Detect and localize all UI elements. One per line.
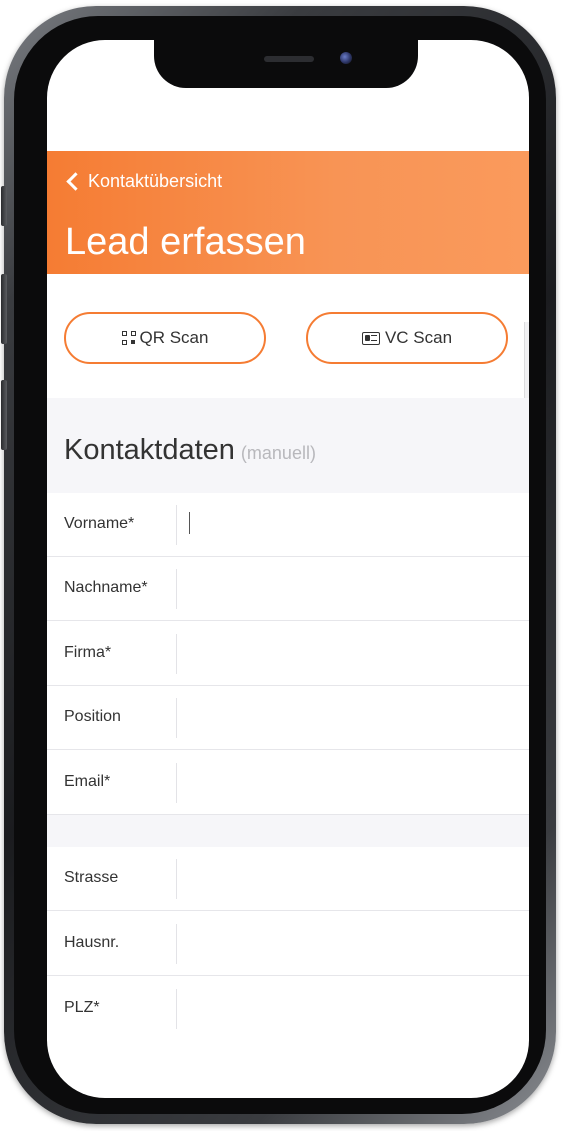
label-strasse: Strasse bbox=[64, 869, 119, 886]
vorname-input[interactable] bbox=[185, 505, 519, 547]
label-position: Position bbox=[64, 708, 121, 725]
strasse-input[interactable] bbox=[185, 859, 519, 901]
label-plz: PLZ* bbox=[64, 999, 100, 1016]
vc-scan-button[interactable]: VC Scan bbox=[306, 312, 508, 364]
vcard-icon bbox=[361, 331, 380, 345]
nachname-input[interactable] bbox=[185, 569, 519, 611]
label-vorname: Vorname* bbox=[64, 515, 135, 532]
form-row-strasse: Strasse bbox=[47, 847, 529, 911]
firma-input[interactable] bbox=[185, 634, 519, 676]
vc-scan-label: VC Scan bbox=[384, 328, 453, 347]
field-divider bbox=[176, 569, 177, 609]
text-cursor bbox=[189, 512, 190, 534]
volume-up-button bbox=[1, 274, 7, 344]
front-camera bbox=[340, 52, 352, 64]
section-title-text: Kontaktdaten bbox=[64, 434, 235, 466]
field-divider bbox=[176, 634, 177, 674]
app-header: Kontaktübersicht Lead erfassen bbox=[47, 151, 529, 274]
section-spacer bbox=[47, 815, 529, 847]
form-row-firma: Firma* bbox=[47, 622, 529, 686]
section-subtitle: (manuell) bbox=[240, 443, 316, 463]
mute-switch bbox=[1, 186, 7, 226]
field-divider bbox=[176, 924, 177, 964]
plz-input[interactable] bbox=[185, 989, 519, 1031]
email-input[interactable] bbox=[185, 763, 519, 805]
section-header: Kontaktdaten (manuell) bbox=[47, 398, 529, 493]
notch bbox=[154, 40, 418, 88]
field-divider bbox=[176, 989, 177, 1029]
back-label: Kontaktübersicht bbox=[88, 171, 223, 191]
hausnr-input[interactable] bbox=[185, 924, 519, 966]
form-row-email: Email* bbox=[47, 751, 529, 815]
volume-down-button bbox=[1, 380, 7, 450]
form-row-nachname: Nachname* bbox=[47, 557, 529, 621]
chevron-left-icon bbox=[66, 172, 85, 191]
qr-scan-button[interactable]: QR Scan bbox=[64, 312, 266, 364]
form-row-vorname: Vorname* bbox=[47, 493, 529, 557]
phone-screen: Kontaktübersicht Lead erfassen QR Scan V… bbox=[47, 40, 529, 1098]
label-hausnr: Hausnr. bbox=[64, 934, 120, 951]
section-title: Kontaktdaten (manuell) bbox=[64, 434, 316, 467]
form-row-hausnr: Hausnr. bbox=[47, 912, 529, 976]
qr-scan-label: QR Scan bbox=[139, 328, 209, 347]
qr-code-icon bbox=[121, 331, 136, 345]
form-row-plz: PLZ* bbox=[47, 977, 529, 1041]
field-divider bbox=[176, 698, 177, 738]
field-divider bbox=[176, 763, 177, 803]
page-title: Lead erfassen bbox=[65, 221, 306, 263]
label-firma: Firma* bbox=[64, 644, 112, 661]
form-row-position: Position bbox=[47, 686, 529, 750]
back-button[interactable]: Kontaktübersicht bbox=[65, 171, 222, 192]
position-input[interactable] bbox=[185, 698, 519, 740]
label-email: Email* bbox=[64, 773, 111, 790]
label-nachname: Nachname* bbox=[64, 579, 148, 596]
speaker-grille bbox=[264, 56, 314, 62]
field-divider bbox=[176, 505, 177, 545]
field-divider bbox=[176, 859, 177, 899]
scan-button-row: QR Scan VC Scan bbox=[47, 274, 529, 398]
